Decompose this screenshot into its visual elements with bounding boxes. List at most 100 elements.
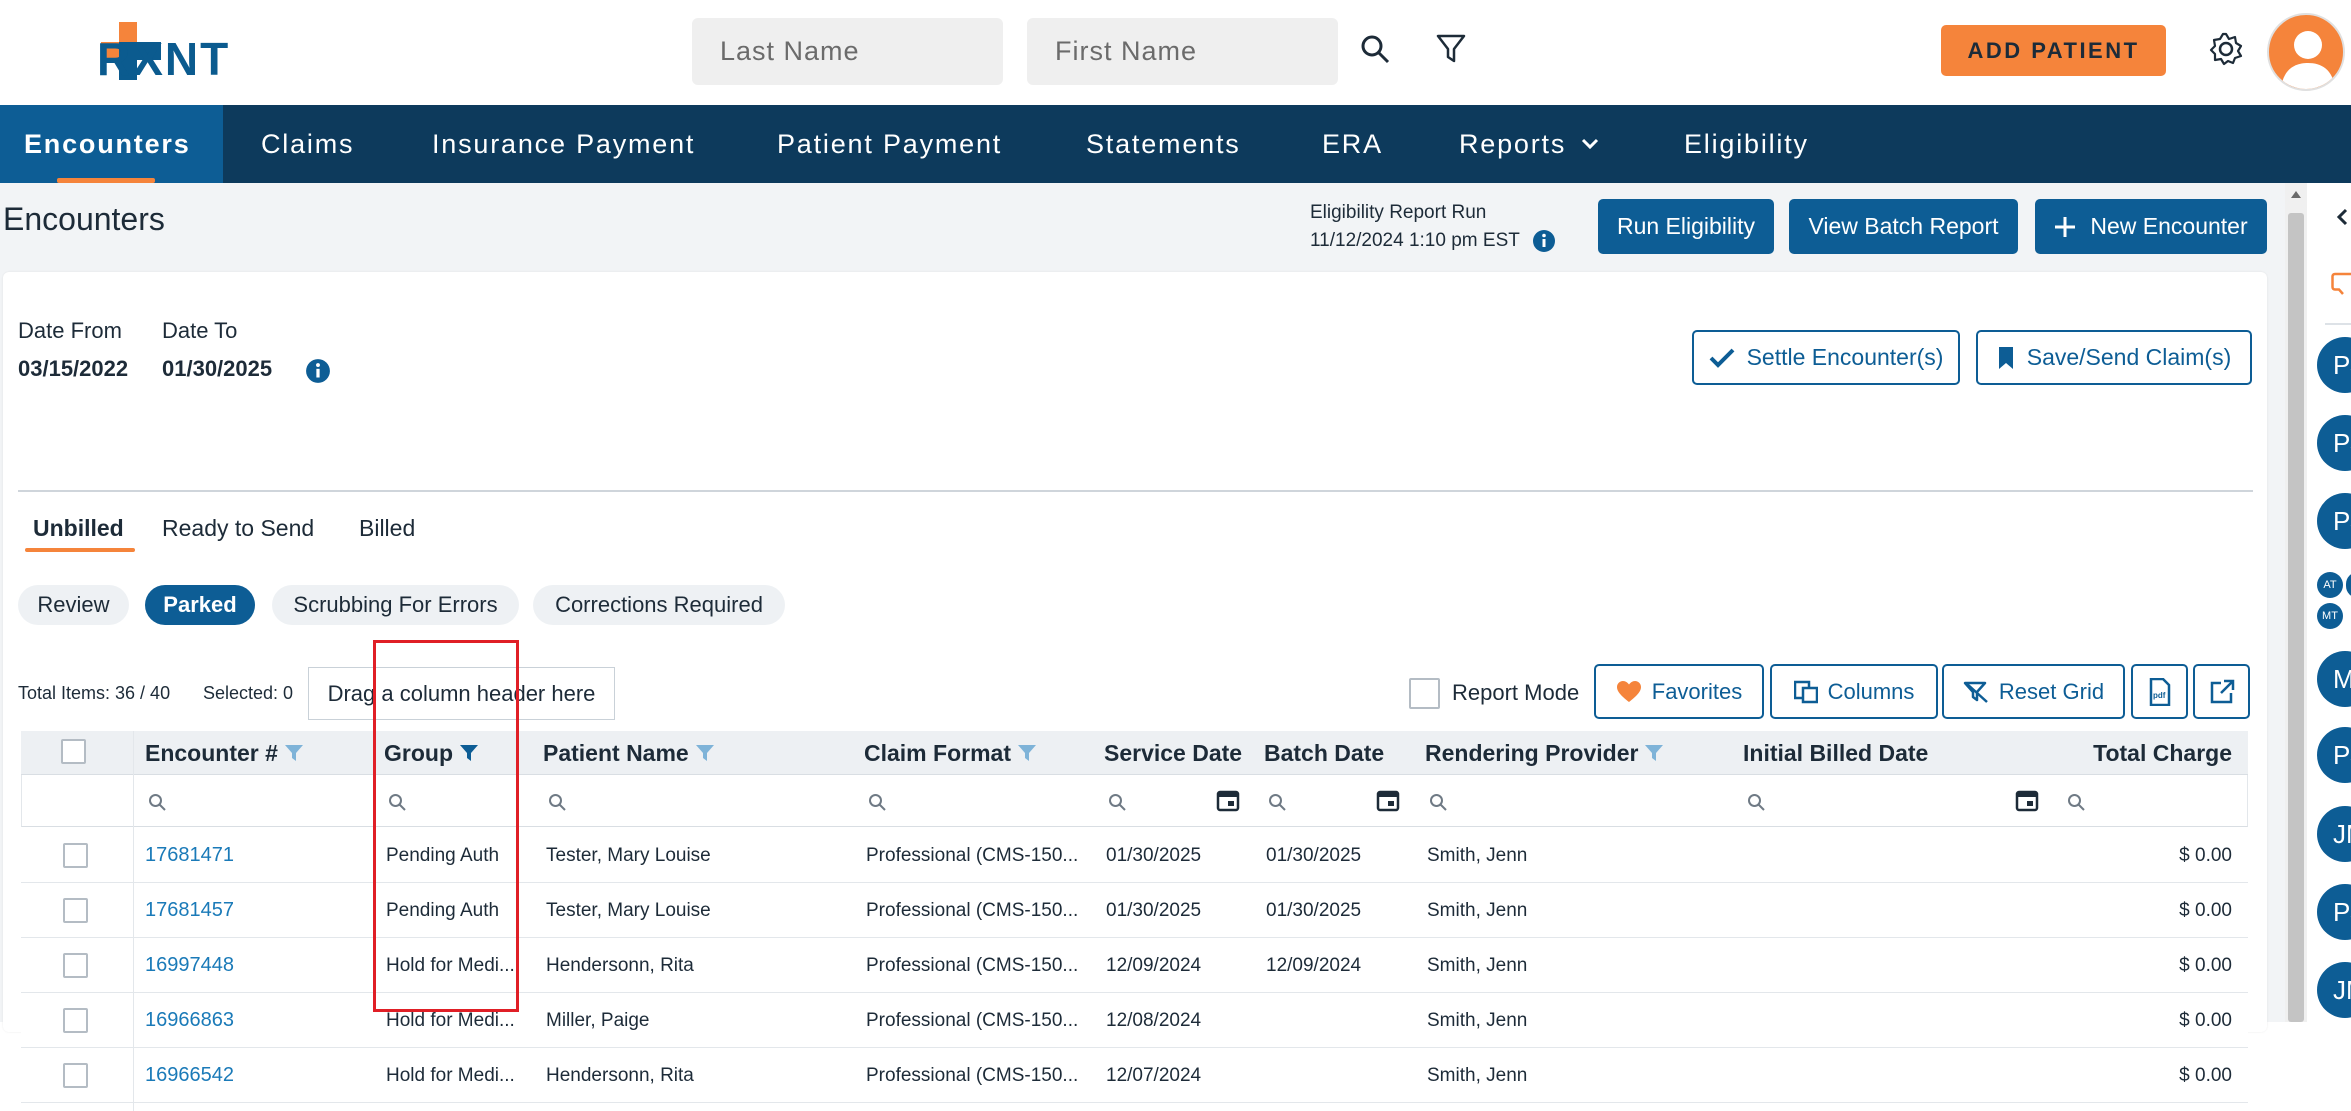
- col-header-total-charge[interactable]: Total Charge: [2093, 731, 2232, 775]
- table-row[interactable]: 16966542 Hold for Medi... Hendersonn, Ri…: [21, 1048, 2248, 1103]
- batch-date-cell: 01/30/2025: [1266, 844, 1362, 866]
- nav-reports[interactable]: Reports: [1459, 105, 1600, 183]
- table-row[interactable]: 16966863 Hold for Medi... Miller, Paige …: [21, 993, 2248, 1048]
- view-batch-report-button[interactable]: View Batch Report: [1789, 199, 2018, 254]
- settle-encounters-button[interactable]: Settle Encounter(s): [1692, 330, 1960, 385]
- search-icon[interactable]: [2067, 793, 2085, 811]
- search-icon[interactable]: [1108, 793, 1126, 811]
- col-header-initial-billed-date[interactable]: Initial Billed Date: [1743, 731, 1928, 775]
- last-name-input[interactable]: [692, 18, 1003, 85]
- table-row[interactable]: 17681471 Pending Auth Tester, Mary Louis…: [21, 828, 2248, 883]
- col-header-rendering-provider[interactable]: Rendering Provider: [1425, 731, 1664, 775]
- collapse-chevron-icon[interactable]: [2335, 208, 2349, 226]
- select-all-checkbox[interactable]: [61, 739, 86, 764]
- date-to-value[interactable]: 01/30/2025: [162, 356, 272, 382]
- tab-active-indicator: [25, 548, 135, 552]
- row-checkbox[interactable]: [63, 1008, 88, 1033]
- encounter-number-link[interactable]: 17681471: [145, 828, 234, 883]
- row-checkbox[interactable]: [63, 898, 88, 923]
- date-to-label: Date To: [162, 318, 238, 343]
- nav-encounters[interactable]: Encounters: [0, 105, 223, 183]
- encounter-number-link[interactable]: 16966863: [145, 993, 234, 1048]
- rail-mini-avatar[interactable]: MT: [2317, 603, 2343, 629]
- rendering-provider-cell: Smith, Jenn: [1427, 954, 1528, 976]
- info-icon[interactable]: [305, 358, 331, 384]
- gear-icon[interactable]: [2207, 30, 2245, 68]
- scroll-up-arrow-icon[interactable]: [2289, 188, 2303, 200]
- selected-count-text: Selected: 0: [203, 683, 294, 703]
- save-send-claims-button[interactable]: Save/Send Claim(s): [1976, 330, 2252, 385]
- column-divider: [133, 731, 134, 1111]
- info-icon[interactable]: [1532, 229, 1556, 253]
- rail-mini-avatar[interactable]: AT: [2317, 572, 2343, 598]
- chip-parked[interactable]: Parked: [145, 585, 255, 625]
- search-icon[interactable]: [1268, 793, 1286, 811]
- search-icon[interactable]: [148, 793, 166, 811]
- rendering-provider-cell: Smith, Jenn: [1427, 844, 1528, 866]
- encounter-number-link[interactable]: 16966542: [145, 1048, 234, 1103]
- filter-icon[interactable]: [1644, 744, 1664, 762]
- tab-unbilled[interactable]: Unbilled: [33, 515, 124, 542]
- search-icon[interactable]: [548, 793, 566, 811]
- columns-label: Columns: [1827, 678, 1915, 704]
- batch-date-cell: 12/09/2024: [1266, 954, 1362, 976]
- chevron-down-icon: [1582, 138, 1599, 150]
- col-header-service-date[interactable]: Service Date: [1104, 731, 1242, 775]
- total-charge-cell: $ 0.00: [2179, 899, 2232, 921]
- export-pdf-button[interactable]: pdf: [2131, 664, 2188, 719]
- col-header-batch-date[interactable]: Batch Date: [1264, 731, 1384, 775]
- calendar-icon[interactable]: [1376, 788, 1400, 812]
- columns-button[interactable]: Columns: [1770, 664, 1938, 719]
- nav-eligibility[interactable]: Eligibility: [1684, 105, 1809, 183]
- col-header-patient-name[interactable]: Patient Name: [543, 731, 715, 775]
- first-name-input[interactable]: [1027, 18, 1338, 85]
- col-header-claim-format[interactable]: Claim Format: [864, 731, 1037, 775]
- filter-icon[interactable]: [695, 744, 715, 762]
- total-items-text: Total Items: 36 / 40: [18, 683, 171, 703]
- chip-corrections-required[interactable]: Corrections Required: [533, 585, 785, 625]
- favorites-button[interactable]: Favorites: [1594, 664, 1764, 719]
- scrollbar-thumb[interactable]: [2288, 213, 2304, 1022]
- report-mode-checkbox[interactable]: [1409, 678, 1440, 709]
- table-row[interactable]: 16997448 Hold for Medi... Hendersonn, Ri…: [21, 938, 2248, 993]
- nav-insurance-payment[interactable]: Insurance Payment: [432, 105, 695, 183]
- user-avatar[interactable]: [2267, 13, 2345, 91]
- nav-statements[interactable]: Statements: [1086, 105, 1241, 183]
- new-encounter-button[interactable]: New Encounter: [2035, 199, 2267, 254]
- reset-grid-button[interactable]: Reset Grid: [1942, 664, 2125, 719]
- table-row[interactable]: 17681457 Pending Auth Tester, Mary Louis…: [21, 883, 2248, 938]
- rendering-provider-cell: Smith, Jenn: [1427, 899, 1528, 921]
- tab-ready-to-send[interactable]: Ready to Send: [162, 515, 314, 542]
- export-button[interactable]: [2193, 664, 2250, 719]
- encounter-number-link[interactable]: 17681457: [145, 883, 234, 938]
- col-header-encounter[interactable]: Encounter #: [145, 731, 304, 775]
- row-checkbox[interactable]: [63, 953, 88, 978]
- row-checkbox[interactable]: [63, 1063, 88, 1088]
- nav-era[interactable]: ERA: [1322, 105, 1383, 183]
- encounter-number-link[interactable]: 16997448: [145, 938, 234, 993]
- search-icon[interactable]: [1747, 793, 1765, 811]
- search-icon[interactable]: [1356, 30, 1394, 68]
- nav-patient-payment[interactable]: Patient Payment: [777, 105, 1002, 183]
- search-icon[interactable]: [1429, 793, 1447, 811]
- chip-review[interactable]: Review: [18, 585, 129, 625]
- chip-scrubbing-for-errors[interactable]: Scrubbing For Errors: [272, 585, 519, 625]
- add-patient-button[interactable]: ADD PATIENT: [1941, 25, 2166, 76]
- date-from-value[interactable]: 03/15/2022: [18, 356, 128, 382]
- filter-icon[interactable]: [284, 744, 304, 762]
- filter-icon[interactable]: [1017, 744, 1037, 762]
- tab-billed[interactable]: Billed: [359, 515, 415, 542]
- save-send-label: Save/Send Claim(s): [2026, 344, 2232, 370]
- nav-claims[interactable]: Claims: [261, 105, 354, 183]
- heart-icon: [1616, 680, 1641, 702]
- group-cell: Hold for Medi...: [386, 1064, 515, 1086]
- chat-icon[interactable]: [2331, 271, 2351, 297]
- logo-text: RXNT: [97, 33, 231, 85]
- row-checkbox[interactable]: [63, 843, 88, 868]
- run-eligibility-button[interactable]: Run Eligibility: [1598, 199, 1774, 254]
- calendar-icon[interactable]: [2015, 788, 2039, 812]
- columns-icon: [1793, 680, 1818, 703]
- search-icon[interactable]: [868, 793, 886, 811]
- calendar-icon[interactable]: [1216, 788, 1240, 812]
- filter-icon[interactable]: [1432, 30, 1470, 68]
